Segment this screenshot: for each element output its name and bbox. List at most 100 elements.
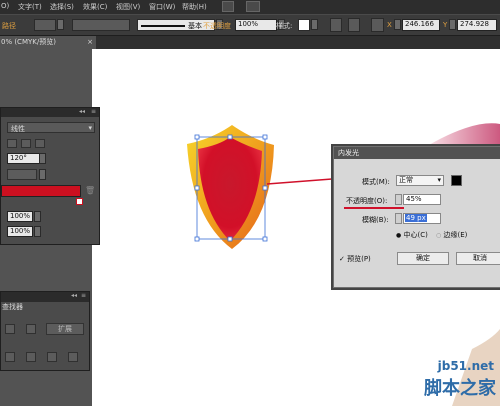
preview-checkbox-label: 预览(P) — [347, 255, 371, 263]
radio-unselected-icon: ○ — [436, 232, 442, 239]
menu-item-object[interactable]: O) — [1, 2, 9, 10]
aspect-ratio-dropdown[interactable] — [39, 169, 46, 180]
checkmark-icon: ✓ — [339, 255, 345, 263]
mode-select-value: 正常 — [399, 176, 413, 184]
opacity-label: 不透明度(O): — [346, 197, 388, 205]
menu-item-window[interactable]: 窗口(W) — [149, 2, 175, 12]
glow-color-swatch[interactable] — [451, 175, 462, 186]
blur-input[interactable]: 49 px — [403, 213, 441, 224]
edge-radio[interactable]: ○ 边缘(E) — [436, 230, 467, 240]
location-percent-dropdown[interactable] — [34, 226, 41, 237]
radio-selected-icon: ● — [396, 232, 402, 239]
chevron-down-icon: ▾ — [88, 124, 92, 132]
watermark-name: 脚本之家 — [424, 378, 496, 399]
center-radio-label: 中心(C) — [403, 231, 428, 239]
align-icon[interactable] — [348, 18, 360, 32]
location-percent-input[interactable]: 100% — [7, 226, 33, 237]
panel-menu-icon[interactable]: ≡ — [81, 292, 86, 299]
document-setup-icon[interactable] — [330, 18, 342, 32]
control-bar: 路径 基本 不透明度 100% 样式: X 246.166 Y 274.928 — [0, 14, 500, 36]
dialog-title[interactable]: 内发光 — [334, 147, 500, 159]
collapse-panel-icon[interactable]: ◂◂ — [71, 292, 77, 299]
merge-icon[interactable] — [47, 352, 57, 362]
stroke-gradient-icon[interactable] — [7, 139, 17, 148]
crop-icon[interactable] — [68, 352, 78, 362]
selection-type-label: 路径 — [2, 22, 16, 30]
bridge-icon[interactable] — [222, 1, 234, 12]
trim-icon[interactable] — [26, 352, 36, 362]
opacity-input[interactable]: 100% — [235, 19, 277, 31]
angle-dropdown[interactable] — [39, 153, 46, 164]
opacity-input[interactable]: 45% — [403, 194, 441, 205]
collapse-panel-icon[interactable]: ◂◂ — [79, 108, 85, 115]
gradient-type-dropdown[interactable]: 线性 ▾ — [7, 122, 95, 133]
opacity-percent-input[interactable]: 100% — [7, 211, 33, 222]
pathfinder-panel-header: ◂◂ ≡ — [1, 292, 89, 302]
edge-radio-label: 边缘(E) — [443, 231, 468, 239]
stroke-gradient-icon[interactable] — [35, 139, 45, 148]
menu-bar: O) 文字(T) 选择(S) 效果(C) 视图(V) 窗口(W) 帮助(H) — [0, 0, 500, 14]
expand-button[interactable]: 扩展 — [46, 323, 84, 335]
blur-input-value: 49 px — [405, 214, 427, 222]
menu-item-type[interactable]: 文字(T) — [18, 2, 42, 12]
inner-glow-dialog: 内发光 模式(M): 正常 ▾ 不透明度(O): 45% 模糊(B): 49 p… — [333, 146, 500, 288]
selection-handle — [194, 185, 200, 191]
mode-select[interactable]: 正常 ▾ — [396, 175, 444, 186]
menu-item-effect[interactable]: 效果(C) — [83, 2, 107, 12]
close-tab-icon[interactable]: × — [87, 36, 93, 49]
gradient-slider-bar[interactable] — [1, 185, 81, 197]
center-radio[interactable]: ● 中心(C) — [396, 230, 428, 240]
pathfinder-panel: ◂◂ ≡ 查找器 扩展 — [0, 291, 90, 371]
delete-stop-icon[interactable]: 🗑 — [85, 186, 95, 195]
gradient-type-value: 线性 — [11, 125, 25, 133]
stroke-line-preview — [141, 25, 185, 27]
mode-label: 模式(M): — [362, 178, 390, 186]
stroke-weight-field[interactable] — [72, 19, 130, 31]
preview-checkbox[interactable]: ✓ 预览(P) — [339, 254, 371, 264]
selection-handle — [227, 236, 233, 242]
red-underline-annotation — [344, 207, 404, 209]
reference-point-icon[interactable] — [371, 18, 384, 32]
selection-handle — [262, 185, 268, 191]
selection-handle — [194, 134, 200, 140]
menu-item-select[interactable]: 选择(S) — [50, 2, 74, 12]
minus-front-icon[interactable] — [26, 324, 36, 334]
fill-color-dropdown[interactable] — [57, 19, 64, 30]
x-stepper[interactable] — [394, 19, 401, 30]
opacity-stepper[interactable] — [395, 194, 402, 205]
selection-handle — [194, 236, 200, 242]
cancel-button[interactable]: 取消 — [456, 252, 500, 265]
angle-input[interactable]: 120° — [7, 153, 41, 164]
watermark-site: jb51.net — [437, 359, 494, 373]
opacity-label[interactable]: 不透明度 — [203, 21, 231, 31]
gradient-panel: ◂◂ ≡ 线性 ▾ 120° 🗑 100% 100% — [0, 107, 100, 245]
document-tab-title: 0% (CMYK/预览) — [1, 38, 56, 46]
aspect-ratio-input[interactable] — [7, 169, 37, 180]
graphic-style-dropdown[interactable] — [311, 19, 318, 30]
chevron-down-icon: ▾ — [437, 176, 441, 184]
arrange-documents-icon[interactable] — [246, 1, 260, 12]
document-tab[interactable]: 0% (CMYK/预览) × — [0, 36, 96, 49]
pathfinder-tab[interactable]: 查找器 — [1, 302, 41, 312]
menu-item-help[interactable]: 帮助(H) — [182, 2, 207, 12]
gradient-stop-handle[interactable] — [76, 198, 83, 205]
gradient-panel-header: ◂◂ ≡ — [1, 108, 99, 117]
divide-icon[interactable] — [5, 352, 15, 362]
graphic-style-swatch[interactable] — [298, 19, 310, 31]
x-input[interactable]: 246.166 — [402, 19, 440, 31]
stroke-gradient-icon[interactable] — [21, 139, 31, 148]
menu-item-view[interactable]: 视图(V) — [116, 2, 140, 12]
unite-icon[interactable] — [5, 324, 15, 334]
ok-button[interactable]: 确定 — [397, 252, 449, 265]
opacity-percent-dropdown[interactable] — [34, 211, 41, 222]
selection-handle — [227, 134, 233, 140]
y-input[interactable]: 274.928 — [457, 19, 497, 31]
annotation-line — [266, 178, 333, 185]
blur-stepper[interactable] — [395, 213, 402, 224]
y-label: Y — [443, 21, 448, 29]
y-stepper[interactable] — [449, 19, 456, 30]
fill-color-swatch[interactable] — [34, 19, 56, 31]
x-label: X — [387, 21, 392, 29]
panel-menu-icon[interactable]: ≡ — [91, 108, 96, 115]
selection-handle — [262, 236, 268, 242]
